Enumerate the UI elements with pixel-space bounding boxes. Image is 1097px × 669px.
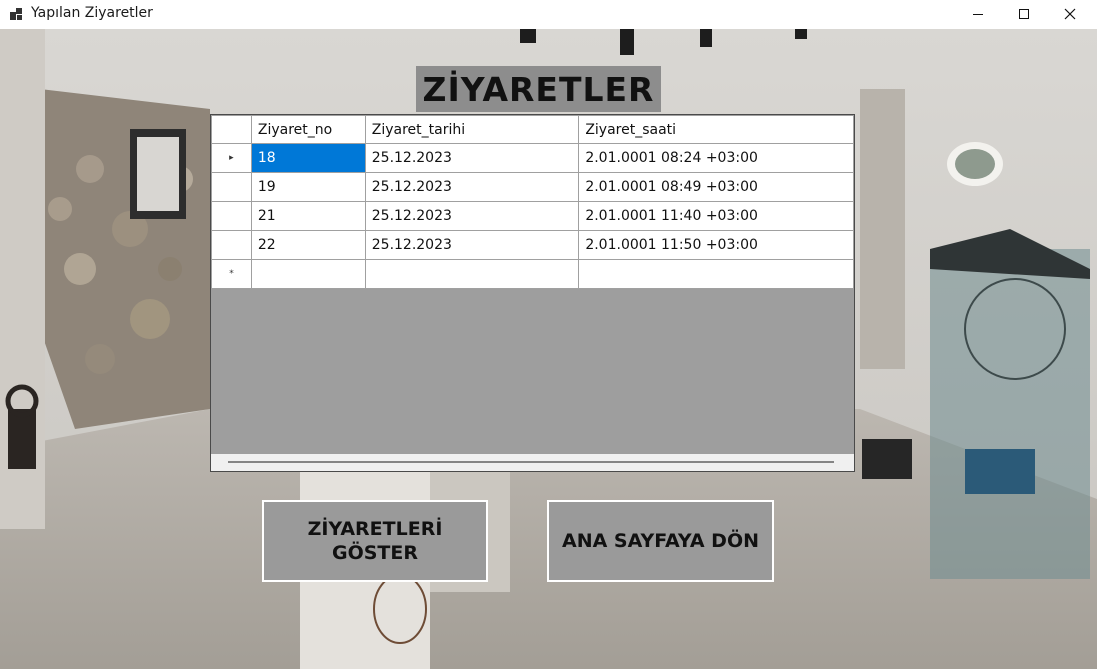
row-header[interactable] — [211, 172, 252, 202]
form-client-area: ZİYARETLER Ziyaret_no Ziyaret_tarihi Ziy… — [0, 29, 1097, 669]
table-cell[interactable]: 22 — [250, 230, 366, 260]
minimize-icon — [973, 14, 983, 15]
heading-banner: ZİYARETLER — [416, 66, 661, 112]
table-row[interactable]: ▸ 18 25.12.2023 2.01.0001 08:24 +03:00 — [211, 143, 854, 173]
show-visits-button[interactable]: ZİYARETLERİ GÖSTER — [262, 500, 488, 582]
table-cell[interactable]: 21 — [250, 201, 366, 231]
table-cell[interactable]: 2.01.0001 11:40 +03:00 — [578, 201, 854, 231]
column-header-ziyaret-saati[interactable]: Ziyaret_saati — [578, 115, 854, 144]
table-cell[interactable]: 25.12.2023 — [364, 230, 580, 260]
back-to-home-button[interactable]: ANA SAYFAYA DÖN — [547, 500, 774, 582]
horizontal-scrollbar[interactable] — [211, 454, 854, 471]
grid-header-row: Ziyaret_no Ziyaret_tarihi Ziyaret_saati — [211, 115, 854, 144]
table-cell[interactable]: 2.01.0001 08:49 +03:00 — [578, 172, 854, 202]
row-header-corner[interactable] — [211, 115, 252, 144]
grid-table: Ziyaret_no Ziyaret_tarihi Ziyaret_saati … — [211, 115, 854, 289]
table-row[interactable]: 22 25.12.2023 2.01.0001 11:50 +03:00 — [211, 230, 854, 260]
table-row[interactable]: 19 25.12.2023 2.01.0001 08:49 +03:00 — [211, 172, 854, 202]
window-title-bar[interactable]: Yapılan Ziyaretler — [0, 0, 1097, 28]
table-cell[interactable]: 25.12.2023 — [364, 201, 580, 231]
table-cell[interactable]: 2.01.0001 08:24 +03:00 — [578, 143, 854, 173]
new-row-cell[interactable] — [364, 259, 580, 289]
new-row-indicator-icon[interactable]: * — [211, 259, 252, 289]
new-row-cell[interactable] — [578, 259, 854, 289]
current-row-indicator-icon[interactable]: ▸ — [211, 143, 252, 173]
new-row[interactable]: * — [211, 259, 854, 289]
minimize-button[interactable] — [955, 0, 1001, 28]
maximize-icon — [1019, 9, 1029, 19]
table-cell[interactable]: 25.12.2023 — [364, 143, 580, 173]
close-button[interactable] — [1047, 0, 1093, 28]
close-icon — [1064, 8, 1076, 20]
visits-data-grid[interactable]: Ziyaret_no Ziyaret_tarihi Ziyaret_saati … — [210, 114, 855, 472]
table-cell[interactable]: 18 — [250, 143, 366, 173]
table-cell[interactable]: 2.01.0001 11:50 +03:00 — [578, 230, 854, 260]
row-header[interactable] — [211, 201, 252, 231]
page-title: ZİYARETLER — [422, 69, 655, 109]
app-icon — [10, 8, 22, 20]
table-cell[interactable]: 25.12.2023 — [364, 172, 580, 202]
window-title: Yapılan Ziyaretler — [31, 5, 153, 21]
maximize-button[interactable] — [1001, 0, 1047, 28]
row-header[interactable] — [211, 230, 252, 260]
column-header-ziyaret-no[interactable]: Ziyaret_no — [250, 115, 366, 144]
table-cell[interactable]: 19 — [250, 172, 366, 202]
scrollbar-thumb[interactable] — [228, 461, 834, 463]
new-row-cell[interactable] — [250, 259, 366, 289]
column-header-ziyaret-tarihi[interactable]: Ziyaret_tarihi — [364, 115, 580, 144]
table-row[interactable]: 21 25.12.2023 2.01.0001 11:40 +03:00 — [211, 201, 854, 231]
